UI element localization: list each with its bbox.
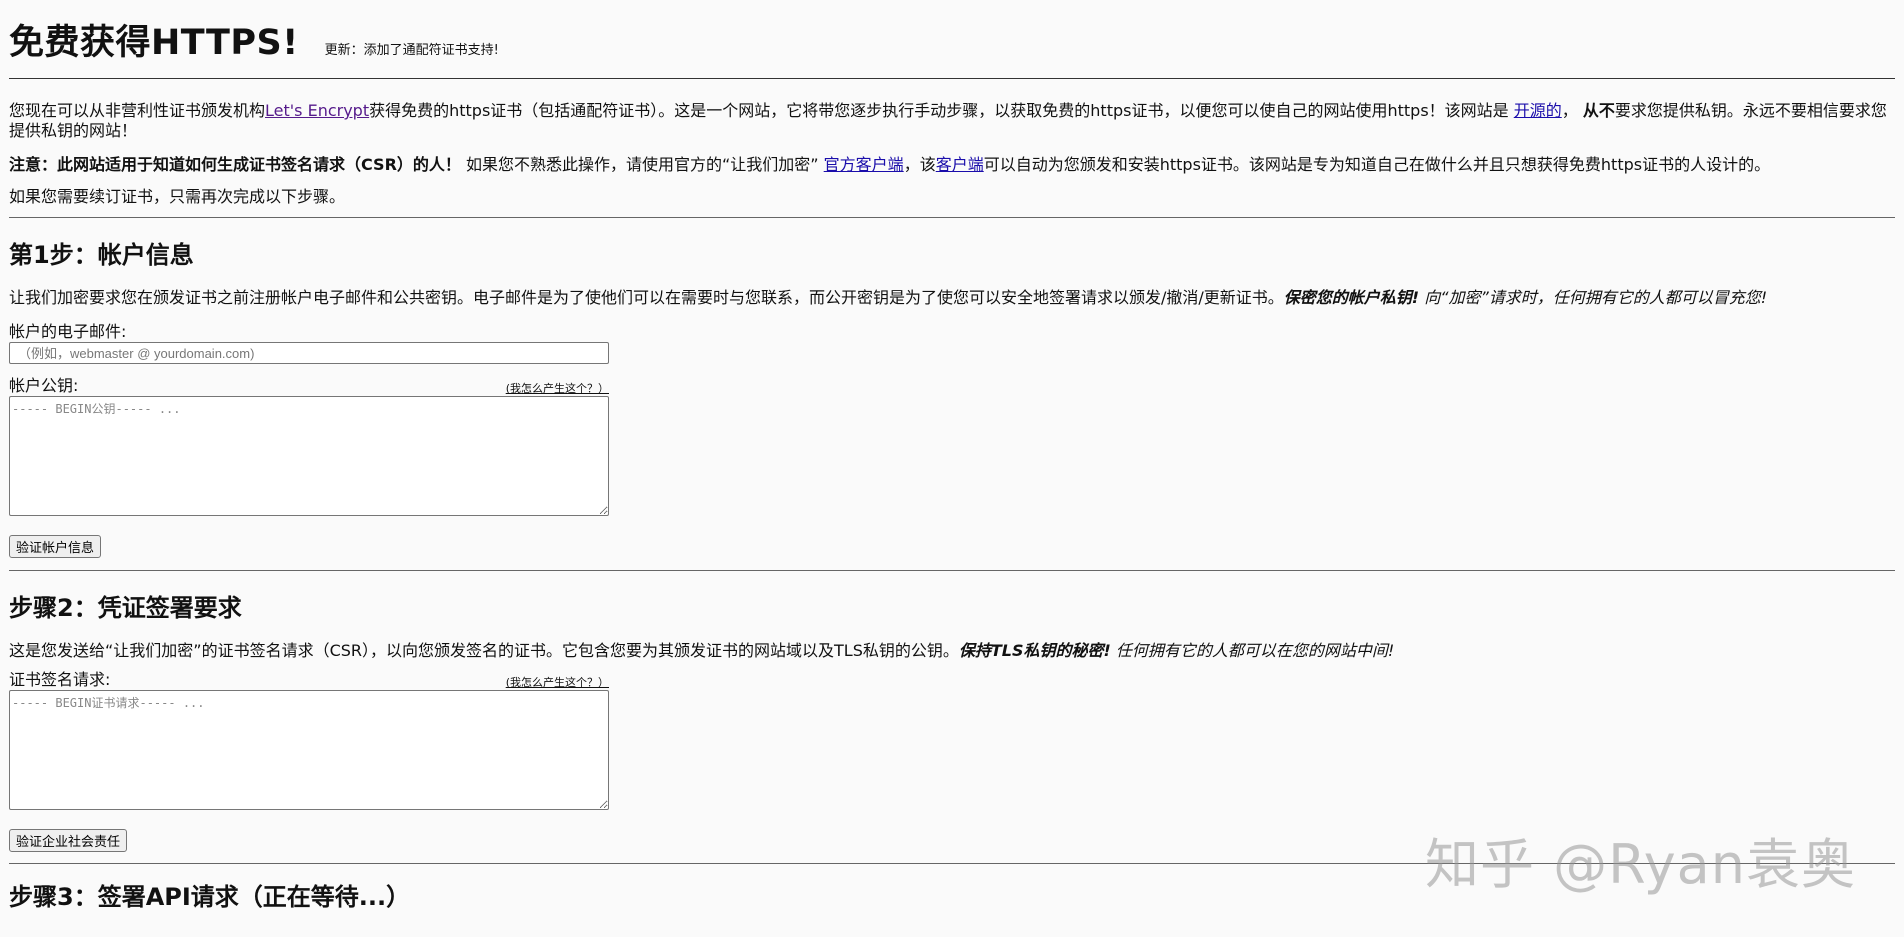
official-client-link[interactable]: 官方客户端 [824, 155, 904, 174]
step1-title: 第1步：帐户信息 [9, 241, 194, 269]
step1-warning-bold: 保密您的帐户私钥! [1283, 288, 1420, 307]
csr-label: 证书签名请求: [9, 670, 111, 689]
email-field-group: 帐户的电子邮件: [9, 322, 609, 364]
email-input[interactable] [9, 342, 609, 364]
csr-field-group: 证书签名请求: (我怎么产生这个？） [9, 670, 609, 810]
intro-text-3: ， [1561, 101, 1578, 120]
client-link[interactable]: 客户端 [936, 155, 984, 174]
note-text-3: 可以自动为您颁发和安装https证书。该网站是专为知道自己在做什么并且只想获得免… [983, 155, 1771, 174]
csr-textarea[interactable] [9, 690, 609, 810]
note-text-1: 如果您不熟悉此操作，请使用官方的“让我们加密” [465, 155, 819, 174]
intro-paragraph: 您现在可以从非营利性证书颁发机构Let's Encrypt获得免费的https证… [9, 101, 1895, 141]
step2-title: 步骤2：凭证签署要求 [9, 594, 242, 622]
intro-text-2: 获得免费的https证书（包括通配符证书）。这是一个网站，它将带您逐步执行手动步… [369, 101, 1509, 120]
intro-text-1: 您现在可以从非营利性证书颁发机构 [9, 101, 266, 120]
note-paragraph: 注意：此网站适用于知道如何生成证书签名请求（CSR）的人！ 如果您不熟悉此操作，… [9, 155, 1895, 175]
lets-encrypt-link[interactable]: Let's Encrypt [265, 101, 369, 120]
page-header: 免费获得HTTPS! 更新：添加了通配符证书支持! [9, 0, 1895, 64]
pubkey-textarea[interactable] [9, 396, 609, 516]
pubkey-help-link[interactable]: (我怎么产生这个？） [506, 382, 609, 396]
pubkey-label: 帐户公钥: [9, 376, 79, 395]
update-note: 更新：添加了通配符证书支持! [324, 43, 499, 58]
header-divider [9, 78, 1895, 79]
renew-paragraph: 如果您需要续订证书，只需再次完成以下步骤。 [9, 187, 346, 206]
zhihu-watermark: 知乎 @Ryan袁奥 [1424, 833, 1856, 896]
csr-help-link[interactable]: (我怎么产生这个？） [506, 676, 609, 690]
email-label: 帐户的电子邮件: [9, 322, 127, 341]
open-source-link[interactable]: 开源的 [1514, 101, 1562, 120]
step2-description: 这是您发送给“让我们加密”的证书签名请求（CSR），以向您颁发签名的证书。它包含… [9, 641, 1895, 661]
step2-warning-bold: 保持TLS私钥的秘密! [958, 641, 1111, 660]
page-title: 免费获得HTTPS! [9, 23, 299, 63]
validate-csr-button[interactable]: 验证企业社会责任 [9, 829, 128, 852]
step1-section: 第1步：帐户信息 让我们加密要求您在颁发证书之前注册帐户电子邮件和公共密钥。电子… [9, 240, 1895, 558]
intro-never-bold: 从不 [1582, 101, 1615, 120]
note-bold: 注意：此网站适用于知道如何生成证书签名请求（CSR）的人！ [9, 155, 461, 174]
step1-desc-text: 让我们加密要求您在颁发证书之前注册帐户电子邮件和公共密钥。电子邮件是为了使他们可… [9, 288, 1284, 307]
section-divider-1 [9, 217, 1895, 218]
section-divider-2 [9, 570, 1895, 571]
pubkey-field-group: 帐户公钥: (我怎么产生这个？） [9, 376, 609, 516]
step2-desc-text: 这是您发送给“让我们加密”的证书签名请求（CSR），以向您颁发签名的证书。它包含… [9, 641, 959, 660]
step1-warning-italic: 向“加密”请求时，任何拥有它的人都可以冒充您! [1424, 288, 1768, 307]
note-text-2: ，该 [903, 155, 936, 174]
step1-description: 让我们加密要求您在颁发证书之前注册帐户电子邮件和公共密钥。电子邮件是为了使他们可… [9, 288, 1895, 308]
step2-section: 步骤2：凭证签署要求 这是您发送给“让我们加密”的证书签名请求（CSR），以向您… [9, 593, 1895, 852]
step2-warning-italic: 任何拥有它的人都可以在您的网站中间! [1115, 641, 1395, 660]
validate-account-button[interactable]: 验证帐户信息 [9, 535, 102, 558]
